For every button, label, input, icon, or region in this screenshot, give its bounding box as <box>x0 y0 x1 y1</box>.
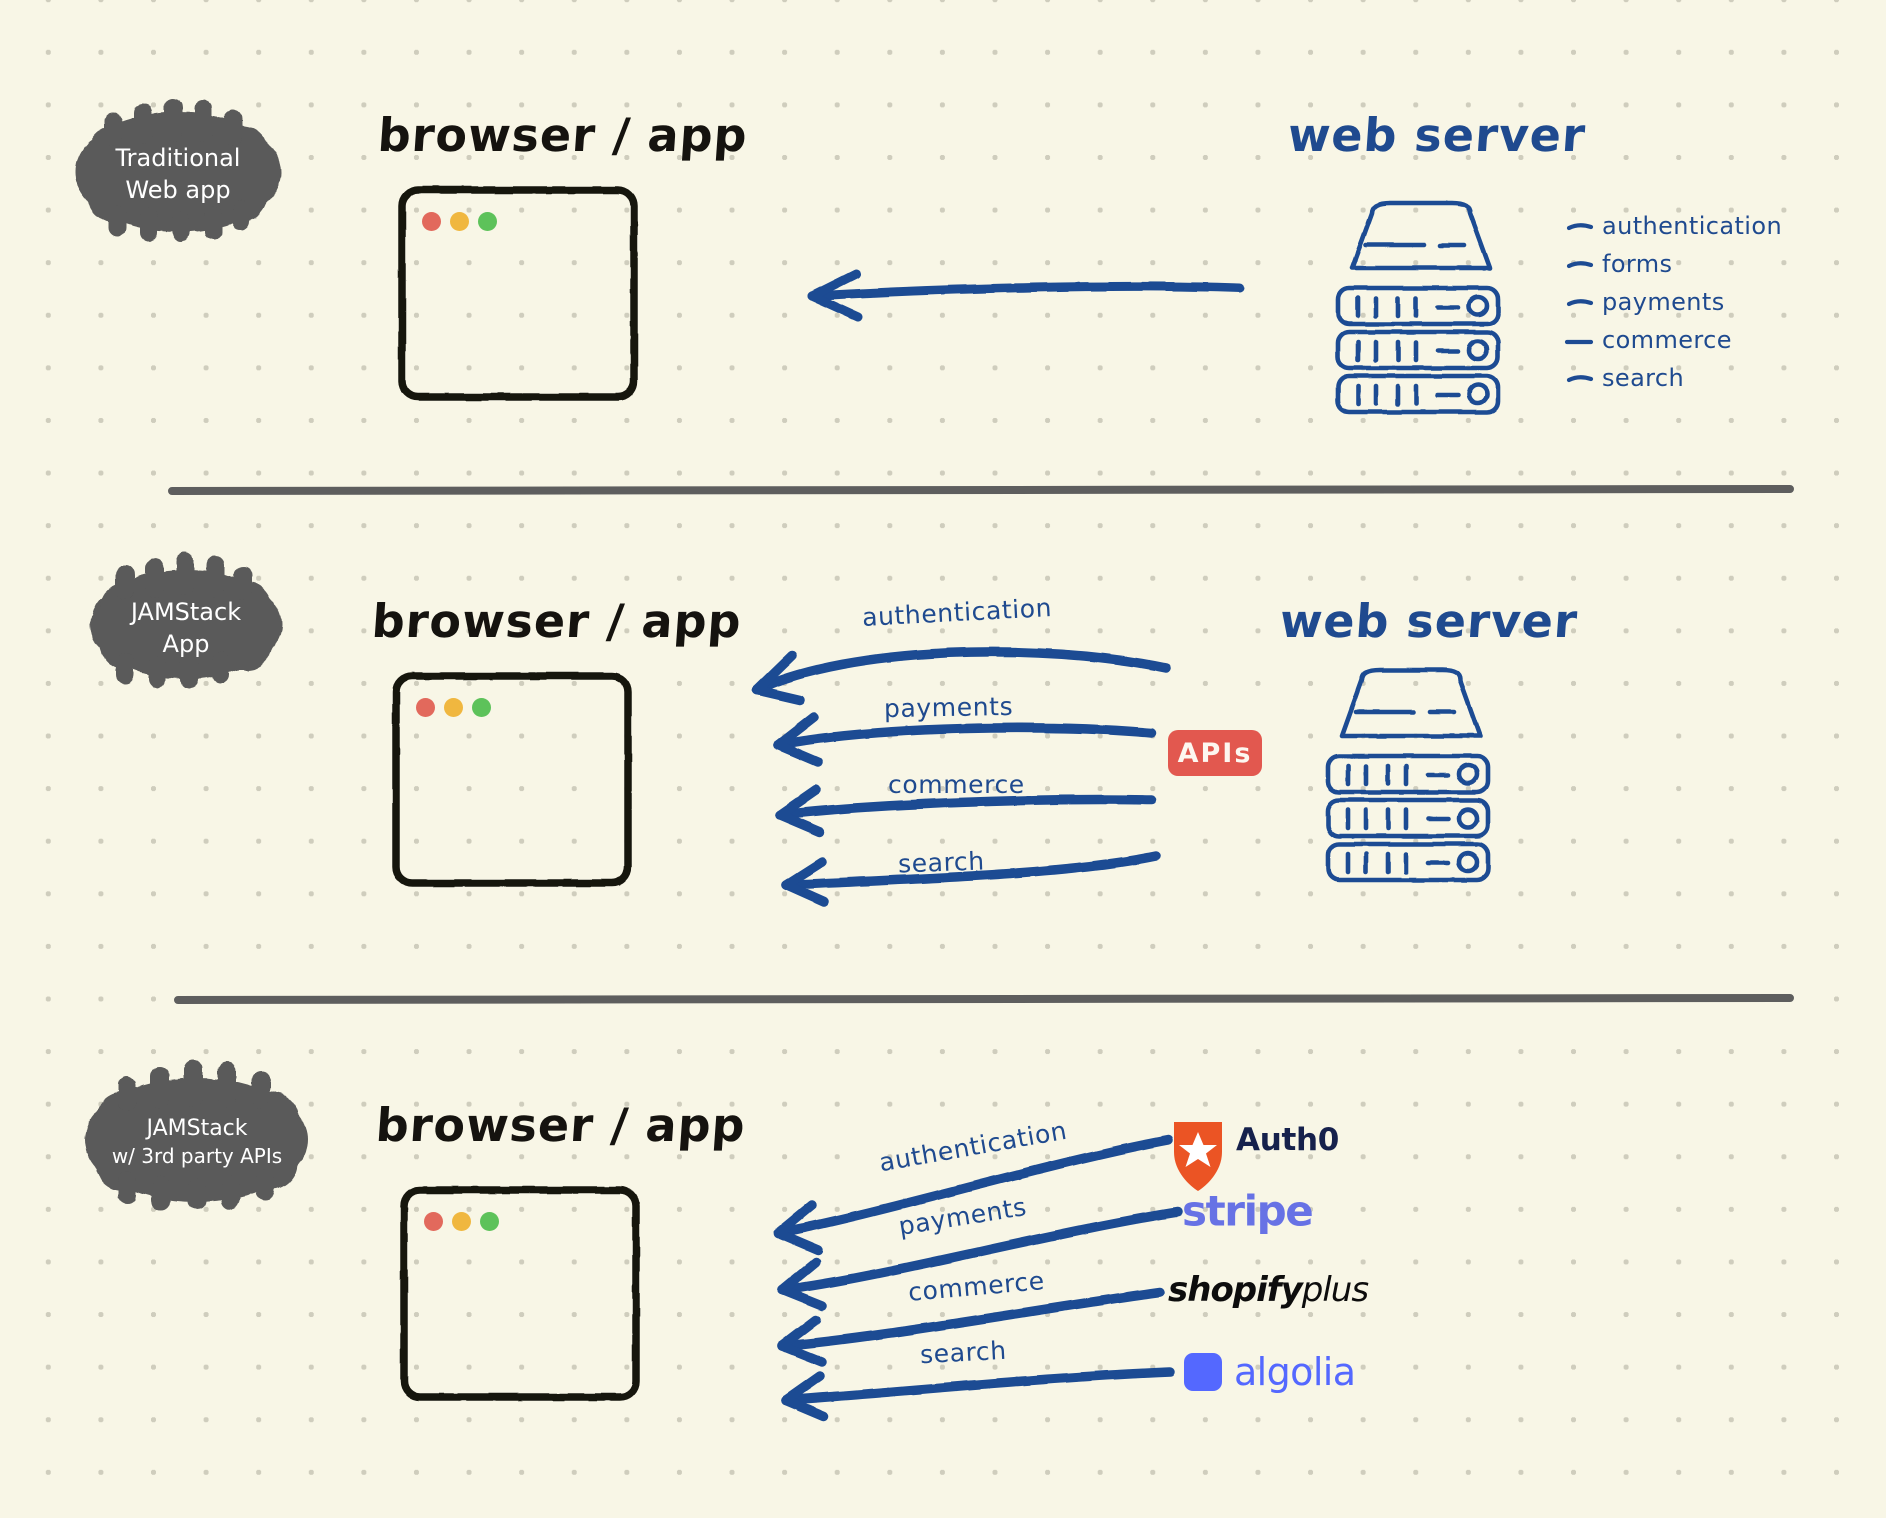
section-label-line2: w/ 3rd party APIs <box>111 1144 283 1169</box>
apis-badge: APIs <box>1168 730 1262 776</box>
server-capability-payments: payments <box>1602 288 1725 316</box>
arrow-line-search-3 <box>781 1367 1175 1405</box>
vendor-name-shopify-plus: shopifyplus <box>1168 1270 1369 1310</box>
arrow-line-commerce-2 <box>775 794 1157 820</box>
section-divider-1 <box>168 485 1794 495</box>
section-divider-2 <box>174 994 1794 1004</box>
arrow-label-search-third-party: search <box>919 1335 1008 1370</box>
section-label-jamstack-third-party: JAMStack w/ 3rd party APIs <box>92 1096 302 1188</box>
vendor-algolia[interactable]: algolia <box>1184 1350 1356 1394</box>
traffic-light-red-icon <box>424 1212 443 1231</box>
arrow-head-payments-2 <box>773 712 823 767</box>
server-capability-authentication: authentication <box>1602 212 1783 240</box>
arrow-head-auth-3 <box>773 1200 823 1255</box>
traffic-light-green-icon <box>480 1212 499 1231</box>
server-rack-jamstack <box>1325 667 1491 883</box>
vendor-name-stripe: stripe <box>1182 1186 1314 1236</box>
section-label-line1: JAMStack <box>130 597 242 626</box>
server-title-traditional: web server <box>1286 108 1588 162</box>
arrow-head-commerce-2 <box>775 785 825 837</box>
arrow-head-payments-3 <box>777 1257 827 1311</box>
arrow-label-payments-third-party: payments <box>896 1192 1029 1241</box>
server-capability-forms: forms <box>1602 250 1673 278</box>
arrow-head-search-2 <box>781 857 829 907</box>
arrow-label-authentication-third-party: authentication <box>876 1115 1070 1178</box>
client-title-jamstack: browser / app <box>370 594 744 648</box>
server-capability-commerce: commerce <box>1602 326 1732 354</box>
section-label-line2: Web app <box>125 176 231 204</box>
arrow-line-payments-2 <box>773 723 1157 750</box>
apis-badge-label: APIs <box>1177 737 1253 769</box>
section-label-traditional: Traditional Web app <box>78 130 278 218</box>
arrow-head-commerce-3 <box>777 1315 827 1367</box>
vendor-name-algolia: algolia <box>1234 1350 1356 1394</box>
vendor-auth0[interactable]: Auth0 <box>1172 1122 1339 1158</box>
vendor-name-auth0: Auth0 <box>1236 1122 1340 1158</box>
traffic-light-yellow-icon <box>452 1212 471 1231</box>
section-label-jamstack: JAMStack App <box>96 586 276 670</box>
arrow-head-auth-2 <box>752 651 805 705</box>
server-capability-search: search <box>1602 364 1685 392</box>
arrow-label-payments-jamstack: payments <box>883 691 1014 724</box>
vendor-shopify-plus[interactable]: shopifyplus <box>1168 1270 1369 1310</box>
arrow-line-traditional <box>807 281 1245 301</box>
server-rack-traditional <box>1335 200 1501 415</box>
arrow-head-search-3 <box>781 1371 829 1421</box>
section-label-line2: App <box>162 630 210 658</box>
traffic-light-green-icon <box>478 212 497 231</box>
section-label-line1: JAMStack <box>146 1115 248 1141</box>
algolia-mark-background <box>1184 1353 1222 1391</box>
arrow-line-auth-2 <box>752 647 1171 695</box>
vendor-stripe[interactable]: stripe <box>1182 1186 1314 1236</box>
client-title-traditional: browser / app <box>376 108 750 162</box>
traffic-light-green-icon <box>472 698 491 717</box>
shopify-wordmark-bold: shopify <box>1168 1270 1303 1310</box>
section-label-line1: Traditional <box>115 143 241 172</box>
diagram-canvas: Traditional Web app JAMStack App JAMStac… <box>0 0 1886 1518</box>
arrow-label-commerce-jamstack: commerce <box>888 770 1025 799</box>
browser-window-jamstack-third-party[interactable] <box>404 1190 636 1397</box>
traffic-light-yellow-icon <box>450 212 469 231</box>
client-title-jamstack-third-party: browser / app <box>374 1098 748 1152</box>
arrow-label-search-jamstack: search <box>897 846 986 879</box>
server-title-jamstack: web server <box>1278 594 1580 648</box>
arrow-head-traditional <box>807 269 863 322</box>
shopify-wordmark-light: plus <box>1301 1270 1369 1310</box>
traffic-light-yellow-icon <box>444 698 463 717</box>
traffic-light-red-icon <box>422 212 441 231</box>
arrow-label-commerce-third-party: commerce <box>906 1266 1046 1307</box>
browser-window-traditional[interactable] <box>402 190 634 397</box>
traffic-light-red-icon <box>416 698 435 717</box>
arrow-label-authentication-jamstack: authentication <box>861 593 1053 632</box>
browser-window-jamstack[interactable] <box>396 676 628 883</box>
